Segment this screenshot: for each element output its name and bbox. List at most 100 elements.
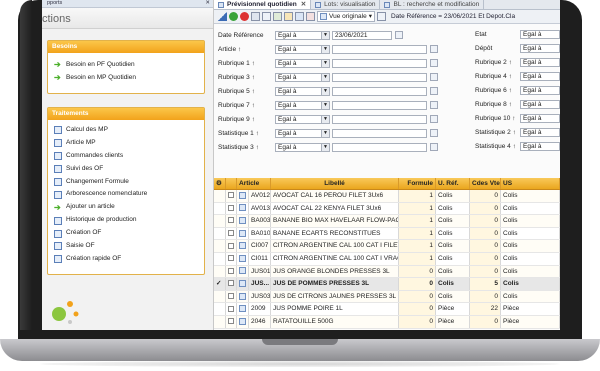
settings-icon[interactable] [376, 12, 386, 21]
filter-input[interactable] [332, 72, 427, 82]
row-checkbox[interactable] [226, 265, 237, 278]
grid-settings-icon[interactable]: ⚙ [214, 178, 226, 189]
traitements-item[interactable]: Création rapide OF [48, 253, 204, 266]
traitements-item[interactable]: Historique de production [48, 214, 204, 227]
traitements-item[interactable]: Changement Formule [48, 176, 204, 189]
filter-input[interactable] [332, 128, 427, 138]
checkbox[interactable] [228, 217, 234, 224]
row-checkbox[interactable] [226, 190, 237, 202]
checkbox[interactable] [228, 192, 234, 199]
traitements-item[interactable]: Article MP [48, 137, 204, 150]
op-select[interactable]: Egal à ▼ [275, 72, 330, 82]
lookup-icon[interactable] [430, 45, 438, 53]
col-libelle[interactable]: Libellé [271, 178, 399, 189]
right-op-select[interactable]: Egal à [520, 86, 560, 95]
table-row[interactable]: JUS03 JUS DE CITRONS JAUNES PRESSES 3L 0 Co… [214, 290, 560, 304]
filter-input[interactable] [332, 44, 427, 54]
grid-icon[interactable] [295, 12, 304, 21]
col-us[interactable]: US [501, 178, 560, 189]
calendar-icon[interactable] [395, 31, 403, 39]
traitements-item[interactable]: ➔ Ajouter un article [48, 201, 204, 214]
date-op-select[interactable]: Egal à ▼ [275, 30, 330, 40]
row-checkbox[interactable] [226, 315, 237, 328]
filter-input[interactable] [332, 142, 427, 152]
save-icon[interactable] [251, 12, 260, 21]
right-op-select[interactable]: Egal à [520, 72, 560, 81]
op-select[interactable]: Egal à ▼ [275, 100, 330, 110]
col-formule[interactable]: Formule [399, 178, 436, 189]
col-article[interactable]: Article [237, 178, 271, 189]
checkbox[interactable] [228, 204, 234, 211]
checkbox[interactable] [228, 318, 234, 325]
checkbox[interactable] [228, 280, 234, 287]
traitements-item[interactable]: Saisie OF [48, 240, 204, 253]
table-row[interactable]: 2009 JUS POMME POIRE 1L 0 Pièce 22 Pièce [214, 303, 560, 316]
op-select[interactable]: Egal à ▼ [275, 114, 330, 124]
lookup-icon[interactable] [430, 129, 438, 137]
right-op-select[interactable]: Egal à [520, 100, 560, 109]
besoins-item[interactable]: ➔ Besoin en PF Quotidien [48, 59, 204, 72]
traitements-item[interactable]: Commandes clients [48, 150, 204, 163]
besoins-item[interactable]: ➔ Besoin en MP Quotidien [48, 72, 204, 85]
checkbox[interactable] [228, 293, 234, 300]
row-checkbox[interactable] [226, 278, 237, 290]
right-op-select[interactable]: Egal à [520, 30, 560, 39]
lookup-icon[interactable] [430, 73, 438, 81]
stop-icon[interactable] [240, 12, 249, 21]
date-input[interactable]: 23/06/2021 [332, 30, 392, 40]
row-checkbox[interactable] [226, 227, 237, 240]
lookup-icon[interactable] [430, 143, 438, 151]
chart-icon[interactable] [218, 12, 227, 21]
tab-previsionnel[interactable]: Prévisionnel quotidien ✕ [214, 0, 312, 9]
row-checkbox[interactable] [226, 240, 237, 252]
tab-lots[interactable]: Lots: visualisation [311, 0, 381, 9]
right-op-select[interactable]: Egal à [520, 128, 560, 137]
table-row[interactable]: JUS01 JUS ORANGE BLONDES PRESSES 3L 0 Colis… [214, 265, 560, 279]
lookup-icon[interactable] [430, 59, 438, 67]
col-cdes-vte[interactable]: Cdes Vte [470, 178, 501, 189]
row-checkbox[interactable] [226, 303, 237, 315]
close-icon[interactable]: ✕ [301, 0, 306, 9]
tab-bl[interactable]: BL : recherche et modification [380, 0, 485, 9]
op-select[interactable]: Egal à ▼ [275, 128, 330, 138]
traitements-item[interactable]: Création OF [48, 227, 204, 240]
right-op-select[interactable]: Egal à [520, 44, 560, 53]
filter-input[interactable] [332, 114, 427, 124]
op-select[interactable]: Egal à ▼ [275, 58, 330, 68]
close-icon[interactable]: ✕ [205, 0, 210, 7]
filter-input[interactable] [332, 58, 427, 68]
table-row[interactable]: AV012 AVOCAT CAL 16 PEROU FILET 3Ux6 1 Coli… [214, 190, 560, 203]
print-icon[interactable] [262, 12, 271, 21]
row-checkbox[interactable] [226, 202, 237, 215]
right-op-select[interactable]: Egal à [520, 142, 560, 151]
filter-input[interactable] [332, 86, 427, 96]
row-checkbox[interactable] [226, 215, 237, 227]
export-icon[interactable] [273, 12, 282, 21]
view-select[interactable]: Vue originale ▾ [317, 11, 375, 22]
col-uref[interactable]: U. Réf. [436, 178, 470, 189]
table-row[interactable]: BA003BANANE BIO MAX HAVELAAR FLOW-PACK 6… [214, 215, 560, 228]
lookup-icon[interactable] [430, 115, 438, 123]
traitements-item[interactable]: Arborescence nomenclature [48, 188, 204, 201]
checkbox[interactable] [228, 255, 234, 262]
filter-input[interactable] [332, 100, 427, 110]
row-checkbox[interactable] [226, 290, 237, 303]
right-op-select[interactable]: Egal à [520, 58, 560, 67]
checkbox[interactable] [228, 242, 234, 249]
table-row[interactable]: AV013 AVOCAT CAL 22 KENYA FILET 3Ux6 1 Coli… [214, 202, 560, 216]
op-select[interactable]: Egal à ▼ [275, 44, 330, 54]
lookup-icon[interactable] [430, 101, 438, 109]
op-select[interactable]: Egal à ▼ [275, 142, 330, 152]
row-checkbox[interactable] [226, 252, 237, 265]
checkbox[interactable] [228, 305, 234, 312]
table-row[interactable]: ✓ JUS... JUS DE POMMES PRESSES 3L 0 Colis 5 Co… [214, 278, 560, 291]
traitements-item[interactable]: Suivi des OF [48, 163, 204, 176]
folder-icon[interactable] [284, 12, 293, 21]
table-row[interactable]: CI007 CITRON ARGENTINE CAL 100 CAT I FILE… [214, 240, 560, 253]
op-select[interactable]: Egal à ▼ [275, 86, 330, 96]
table-row[interactable]: 2046 RATATOUILLE 500G 0 Pièce 0 Pièce [214, 315, 560, 329]
traitements-item[interactable]: Calcul des MP [48, 124, 204, 137]
validate-icon[interactable] [229, 12, 238, 21]
table-row[interactable]: CI011CITRON ARGENTINE CAL 100 CAT I VRAC… [214, 252, 560, 266]
filter-icon[interactable] [306, 12, 315, 21]
